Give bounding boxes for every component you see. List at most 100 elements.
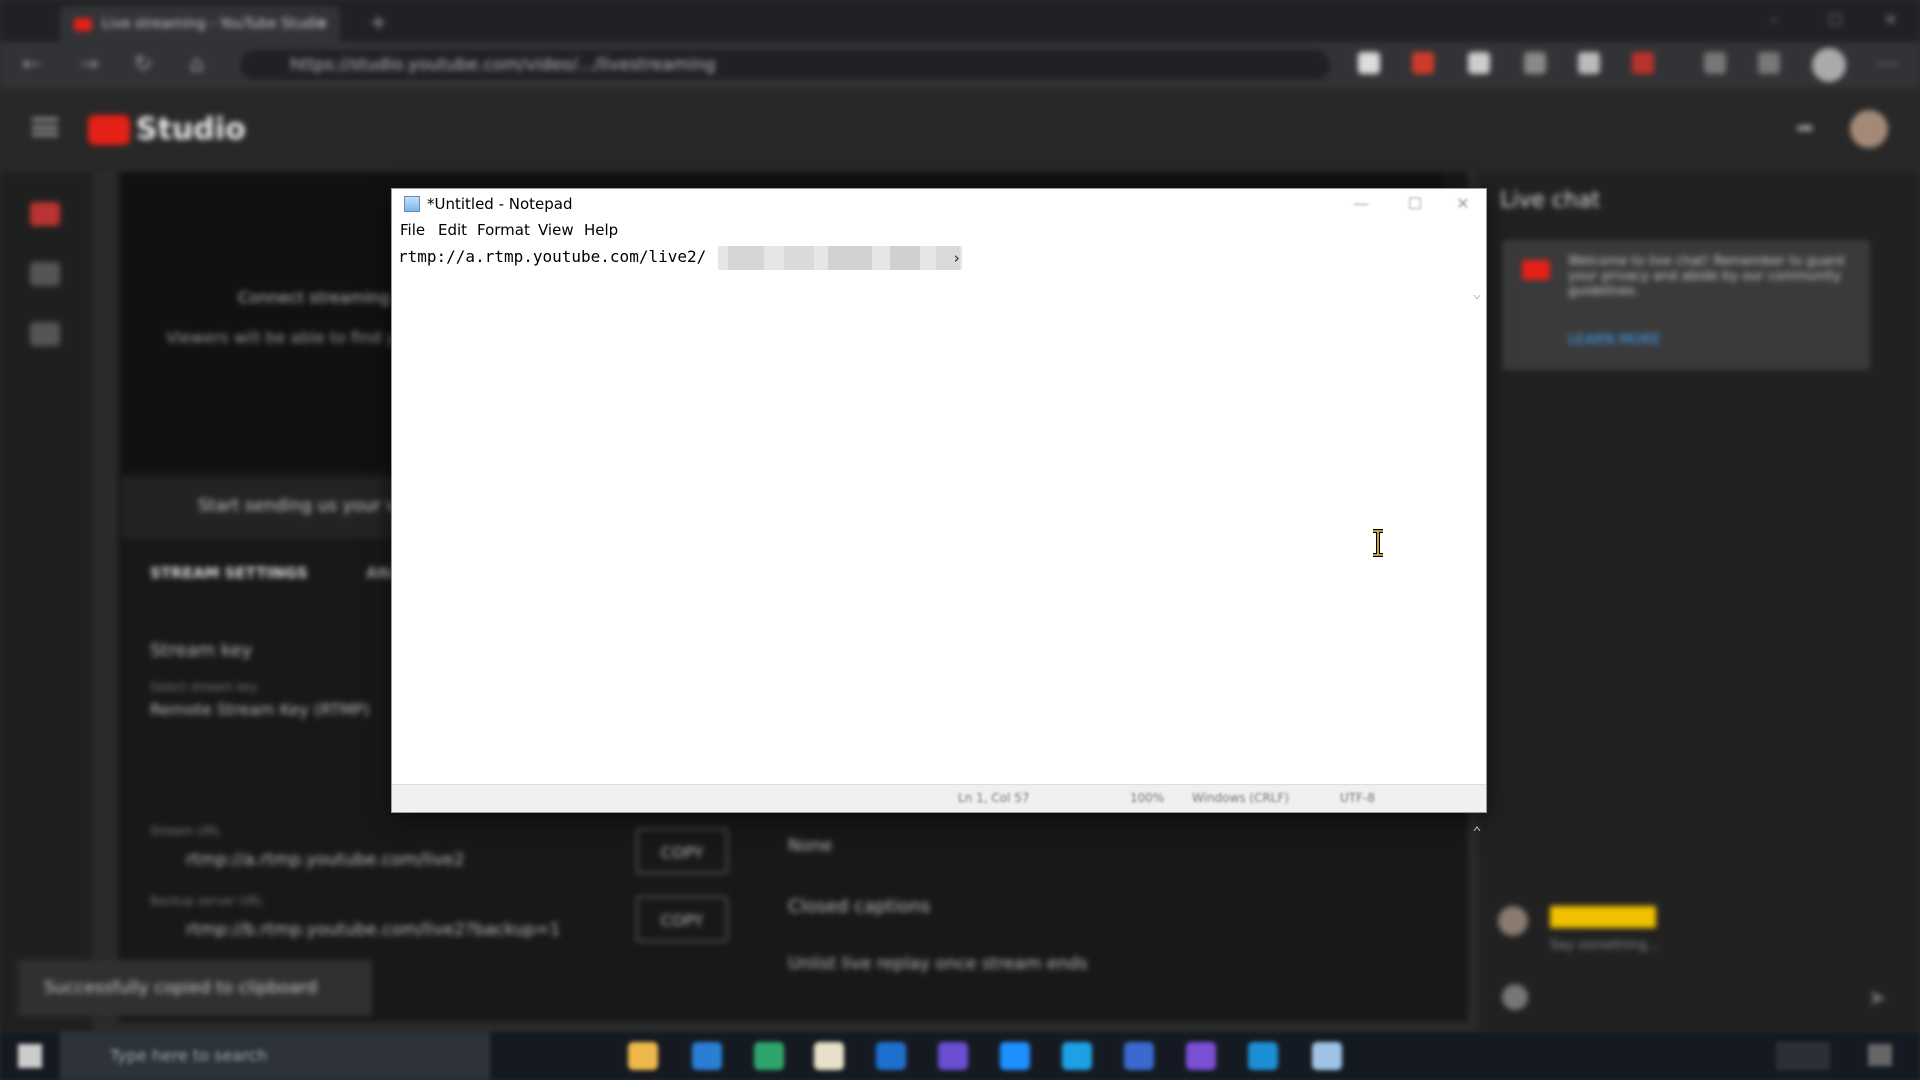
close-window-icon[interactable]: ✕: [1884, 10, 1897, 29]
notepad-taskbar-icon[interactable]: [1312, 1042, 1342, 1070]
calendar-icon[interactable]: [30, 322, 60, 346]
youtube-play-icon: [88, 114, 130, 145]
vscode-insiders-icon[interactable]: [1000, 1042, 1030, 1070]
file-explorer-icon[interactable]: [628, 1042, 658, 1070]
extension-icon[interactable]: [1468, 52, 1490, 74]
copy-stream-url-button[interactable]: COPY: [636, 828, 728, 874]
extension-icon[interactable]: [1578, 52, 1600, 74]
status-line-ending: Windows (CRLF): [1192, 791, 1290, 805]
close-icon[interactable]: ✕: [1440, 192, 1486, 216]
stream-url-label: Stream URL: [150, 824, 222, 838]
clock[interactable]: [1776, 1042, 1830, 1070]
scrollbar[interactable]: [1472, 295, 1482, 831]
emoji-icon[interactable]: [1502, 984, 1528, 1010]
text-caret: ›: [952, 249, 962, 267]
menu-file[interactable]: File: [400, 221, 425, 239]
favorites-icon[interactable]: [1704, 52, 1726, 74]
status-zoom: 100%: [1130, 791, 1165, 805]
collections-icon[interactable]: [1758, 52, 1780, 74]
vscode-icon[interactable]: [692, 1042, 722, 1070]
camera-icon[interactable]: [30, 262, 60, 286]
i-beam-cursor-icon: [1373, 529, 1383, 557]
menu-edit[interactable]: Edit: [438, 221, 467, 239]
stream-icon[interactable]: [30, 202, 60, 226]
visual-studio-icon[interactable]: [1186, 1042, 1216, 1070]
studio-header: [0, 88, 1920, 172]
chat-username-badge: [1550, 906, 1656, 928]
share-icon[interactable]: ➦: [1796, 116, 1814, 141]
notepad-title: *Untitled - Notepad: [427, 195, 573, 213]
youtube-icon: [1522, 260, 1550, 280]
new-tab-icon[interactable]: +: [370, 10, 387, 34]
teams-icon[interactable]: [938, 1042, 968, 1070]
browser-tab[interactable]: Live streaming - YouTube Studio ✕: [60, 6, 340, 42]
minimize-icon[interactable]: –: [1770, 10, 1778, 29]
stream-key-heading: Stream key: [150, 640, 253, 661]
maximize-icon[interactable]: ☐: [1392, 192, 1438, 216]
maximize-icon[interactable]: ☐: [1828, 10, 1842, 29]
tab-stream-settings[interactable]: STREAM SETTINGS: [150, 564, 308, 582]
notepad-text-content: rtmp://a.rtmp.youtube.com/live2/: [398, 247, 707, 266]
avatar[interactable]: [1850, 110, 1888, 148]
chat-input[interactable]: Say something...: [1550, 938, 1659, 953]
browser-tab-title: Live streaming - YouTube Studio: [102, 16, 326, 32]
studio-logo[interactable]: Studio: [88, 112, 246, 147]
send-icon[interactable]: ➤: [1868, 986, 1886, 1011]
closed-captions-label: Closed captions: [788, 896, 931, 917]
youtube-favicon-icon: [74, 17, 92, 31]
profile-avatar[interactable]: [1812, 48, 1846, 82]
stream-key-select[interactable]: Remote Stream Key (RTMP): [150, 700, 370, 719]
pen-icon[interactable]: [1524, 52, 1546, 74]
select-key-label: Select stream key: [150, 680, 258, 694]
backup-url-label: Backup server URL: [150, 894, 264, 908]
studio-logo-text: Studio: [136, 112, 246, 147]
status-encoding: UTF-8: [1340, 791, 1375, 805]
forward-icon[interactable]: →: [80, 52, 98, 77]
chat-welcome-box: Welcome to live chat! Remember to guard …: [1502, 240, 1870, 370]
notepad-text-area[interactable]: rtmp://a.rtmp.youtube.com/live2/ ›: [392, 241, 1486, 831]
clipboard-toast: Successfully copied to clipboard: [18, 960, 372, 1016]
address-bar[interactable]: https://studio.youtube.com/video/.../liv…: [240, 50, 1330, 80]
browser-tab-bar: Live streaming - YouTube Studio ✕ + – ☐ …: [0, 0, 1920, 42]
learn-more-link[interactable]: LEARN MORE: [1568, 332, 1661, 348]
notepad-title-bar[interactable]: *Untitled - Notepad — ☐ ✕: [392, 189, 1486, 219]
left-rail: [0, 172, 92, 1032]
notepad-icon: [404, 196, 420, 212]
windows-start-icon[interactable]: [18, 1044, 42, 1068]
latency-select[interactable]: None: [788, 836, 832, 856]
store-icon[interactable]: [814, 1042, 844, 1070]
status-position: Ln 1, Col 57: [958, 791, 1030, 805]
menu-help[interactable]: Help: [584, 221, 618, 239]
extension-icon[interactable]: [1358, 52, 1380, 74]
menu-format[interactable]: Format: [477, 221, 530, 239]
mail-icon[interactable]: [876, 1042, 906, 1070]
edge-icon[interactable]: [754, 1042, 784, 1070]
menu-view[interactable]: View: [538, 221, 574, 239]
copy-backup-url-button[interactable]: COPY: [636, 896, 728, 942]
notification-icon[interactable]: [1868, 1044, 1892, 1066]
live-chat-title: Live chat: [1500, 188, 1601, 213]
notepad-window: *Untitled - Notepad — ☐ ✕ File Edit Form…: [392, 189, 1486, 831]
home-icon[interactable]: ⌂: [190, 52, 204, 77]
stream-url-field: rtmp://a.rtmp.youtube.com/live2: [186, 850, 465, 870]
minimize-icon[interactable]: —: [1338, 192, 1384, 216]
refresh-icon[interactable]: ↻: [134, 52, 152, 77]
back-icon[interactable]: ←: [22, 52, 40, 77]
backup-url-field: rtmp://b.rtmp.youtube.com/live2?backup=1: [186, 920, 561, 940]
notepad-menu-bar: File Edit Format View Help: [392, 219, 1486, 241]
taskbar-search[interactable]: Type here to search: [60, 1032, 490, 1080]
redacted-stream-key: [718, 246, 962, 270]
close-tab-icon[interactable]: ✕: [316, 16, 328, 32]
extension-icon[interactable]: [1632, 52, 1654, 74]
menu-icon[interactable]: [32, 118, 58, 136]
azure-icon[interactable]: [1124, 1042, 1154, 1070]
more-icon[interactable]: ⋯: [1876, 52, 1898, 77]
chat-avatar: [1498, 906, 1528, 936]
windows-taskbar: Type here to search: [0, 1032, 1920, 1080]
skype-icon[interactable]: [1062, 1042, 1092, 1070]
extension-icon[interactable]: [1412, 52, 1434, 74]
chat-welcome-text: Welcome to live chat! Remember to guard …: [1568, 254, 1845, 299]
unlist-replay-label: Unlist live replay once stream ends: [788, 954, 1088, 974]
edge-dev-icon[interactable]: [1248, 1042, 1278, 1070]
notepad-status-bar: Ln 1, Col 57 100% Windows (CRLF) UTF-8: [392, 784, 1486, 812]
